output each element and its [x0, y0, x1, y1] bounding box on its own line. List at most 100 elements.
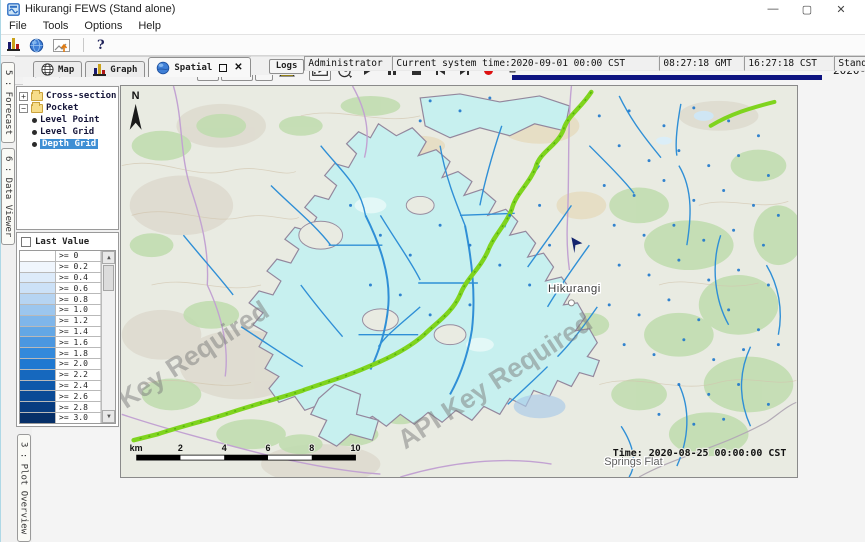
legend-row[interactable]: >= 0	[20, 251, 101, 262]
legend-row[interactable]: >= 1.0	[20, 305, 101, 316]
map-view[interactable]: API Key Required API Key Required Hikura…	[120, 85, 798, 478]
legend-swatch	[20, 359, 56, 369]
legend-swatch	[20, 273, 56, 283]
bullet-icon	[32, 130, 37, 135]
dock-tab-plot-overview[interactable]: 3 : Plot Overview	[17, 434, 31, 542]
legend-swatch	[20, 283, 56, 293]
scrollbar-thumb[interactable]	[103, 265, 114, 291]
tree-item-pocket[interactable]: − Pocket	[19, 102, 116, 114]
tree-item-cross-section[interactable]: + Cross-section	[19, 90, 116, 102]
logs-row: Logs	[251, 56, 305, 75]
menu-tools[interactable]: Tools	[43, 20, 69, 32]
logs-button[interactable]: Logs	[269, 59, 305, 74]
legend-panel: Last Value >= 0>= 0.2>= 0.4>= 0.6>= 0.8>…	[16, 232, 119, 427]
legend-row[interactable]: >= 2.8	[20, 402, 101, 413]
toolbar-separator	[83, 38, 84, 52]
dock-tab-data-viewer[interactable]: 6 : Data Viewer	[1, 148, 15, 245]
status-user: Administrator	[304, 56, 392, 71]
menu-file[interactable]: File	[9, 20, 27, 32]
legend-row[interactable]: >= 0.2	[20, 262, 101, 273]
tab-map[interactable]: Map	[33, 61, 82, 77]
legend-class-label: >= 2.8	[56, 402, 101, 412]
tree-item-level-grid[interactable]: Level Grid	[19, 126, 116, 138]
scroll-down-icon[interactable]: ▼	[102, 410, 115, 423]
legend-class-label: >= 1.4	[56, 327, 101, 337]
legend-class-label: >= 1.8	[56, 348, 101, 358]
right-dock-strip: 3 : Plot Overview	[15, 428, 32, 542]
tree-item-label: Cross-section	[46, 91, 116, 101]
svg-text:2: 2	[178, 443, 183, 453]
town-label: Hikurangi	[548, 283, 601, 295]
legend-swatch	[20, 370, 56, 380]
main-toolbar: ?	[1, 35, 865, 56]
tree-item-label: Pocket	[46, 103, 79, 113]
legend-row[interactable]: >= 0.6	[20, 283, 101, 294]
legend-row[interactable]: >= 2.0	[20, 359, 101, 370]
legend-swatch	[20, 262, 56, 272]
tree-item-label-selected: Depth Grid	[40, 139, 98, 149]
legend-row[interactable]: >= 0.8	[20, 294, 101, 305]
minimize-button[interactable]: —	[767, 3, 779, 16]
legend-title: Last Value	[35, 237, 89, 247]
town-marker[interactable]	[569, 300, 575, 306]
expand-icon[interactable]: +	[19, 92, 28, 101]
tree-item-label: Level Point	[40, 115, 100, 125]
legend-row[interactable]: >= 2.2	[20, 370, 101, 381]
legend-row[interactable]: >= 1.4	[20, 327, 101, 338]
title-bar: Hikurangi FEWS (Stand alone) — ▢ ✕	[1, 0, 865, 18]
scroll-up-icon[interactable]: ▲	[102, 251, 115, 264]
legend-swatch	[20, 402, 56, 412]
wireframe-globe-icon	[41, 63, 54, 76]
left-dock-strip: 5 : Forecast 6 : Data Viewer	[1, 56, 15, 542]
menu-bar: File Tools Options Help	[1, 18, 865, 35]
last-value-checkbox[interactable]	[21, 237, 31, 247]
collapse-icon[interactable]: −	[19, 104, 28, 113]
legend-row[interactable]: >= 1.6	[20, 337, 101, 348]
folder-icon	[31, 104, 43, 113]
legend-class-label: >= 1.6	[56, 337, 101, 347]
tree-item-depth-grid[interactable]: Depth Grid	[19, 138, 116, 150]
map-display-globe-icon[interactable]	[29, 38, 44, 53]
status-bar: Administrator Current system time:2020-0…	[304, 56, 865, 71]
menu-help[interactable]: Help	[138, 20, 161, 32]
legend-swatch	[20, 348, 56, 358]
maximize-button[interactable]: ▢	[801, 3, 813, 16]
legend-row[interactable]: >= 1.2	[20, 316, 101, 327]
legend-row[interactable]: >= 0.4	[20, 273, 101, 284]
legend-row[interactable]: >= 1.8	[20, 348, 101, 359]
close-pane-icon[interactable]: ✕	[234, 62, 242, 73]
bottom-tab-bar: Map Graph Spatial ✕	[15, 56, 251, 77]
timeseries-dialog-icon[interactable]	[53, 39, 70, 52]
tree-item-label: Level Grid	[40, 127, 94, 137]
legend-row[interactable]: >= 2.4	[20, 381, 101, 392]
tab-map-label: Map	[58, 65, 74, 75]
svg-text:km: km	[130, 443, 143, 453]
layers-panel: + Cross-section − Pocket Level Point	[15, 85, 120, 428]
folder-icon	[31, 92, 43, 101]
tab-spatial-label: Spatial	[174, 63, 212, 73]
bullet-icon	[32, 142, 37, 147]
forecast-manager-icon[interactable]	[7, 39, 20, 51]
help-icon[interactable]: ?	[97, 38, 105, 53]
globe-icon	[156, 61, 170, 75]
bullet-icon	[32, 118, 37, 123]
tree-item-level-point[interactable]: Level Point	[19, 114, 116, 126]
tab-spatial[interactable]: Spatial ✕	[148, 57, 250, 77]
application-window: Hikurangi FEWS (Stand alone) — ▢ ✕ File …	[0, 0, 865, 542]
legend-scrollbar[interactable]: ▲ ▼	[101, 251, 115, 423]
dock-tab-forecast[interactable]: 5 : Forecast	[1, 62, 15, 143]
legend-swatch	[20, 337, 56, 347]
legend-row[interactable]: >= 3.0	[20, 413, 101, 423]
data-availability-bar	[512, 75, 822, 80]
legend-class-label: >= 0.2	[56, 262, 101, 272]
close-button[interactable]: ✕	[835, 3, 847, 16]
legend-row[interactable]: >= 2.6	[20, 391, 101, 402]
scale-bar-segments	[137, 455, 356, 460]
restore-pane-icon[interactable]	[219, 64, 227, 72]
map-canvas[interactable]: API Key Required API Key Required Hikura…	[121, 86, 797, 477]
legend-swatch	[20, 294, 56, 304]
menu-options[interactable]: Options	[84, 20, 122, 32]
tab-graph-label: Graph	[110, 65, 137, 75]
tab-graph[interactable]: Graph	[85, 61, 145, 77]
legend-swatch	[20, 381, 56, 391]
